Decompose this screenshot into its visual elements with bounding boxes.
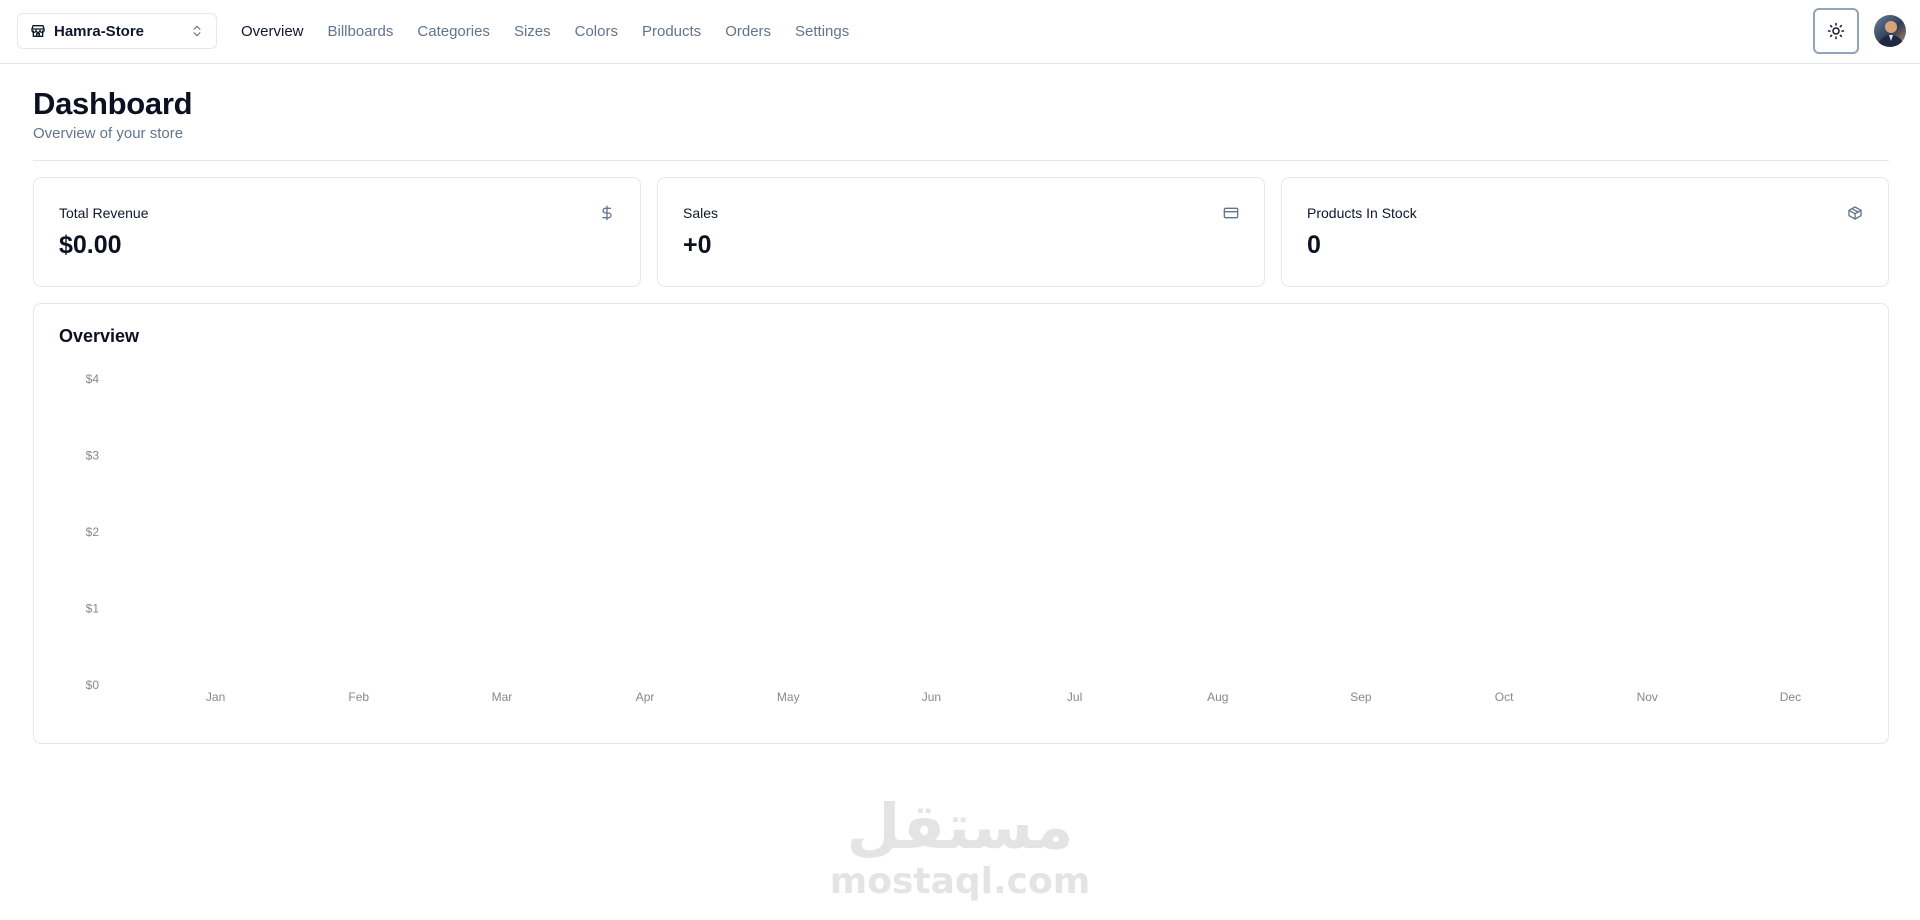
y-tick-label: $0 [86, 678, 100, 692]
y-tick-label: $1 [86, 602, 100, 616]
x-tick-label: May [777, 690, 800, 704]
store-name: Hamra-Store [54, 22, 145, 40]
store-switcher[interactable]: Hamra-Store [17, 13, 217, 49]
nav-settings[interactable]: Settings [795, 23, 849, 40]
nav-categories[interactable]: Categories [417, 23, 490, 40]
nav-sizes[interactable]: Sizes [514, 23, 551, 40]
x-tick-label: Apr [636, 690, 655, 704]
chevrons-up-down-icon [190, 23, 204, 39]
x-tick-label: Dec [1780, 690, 1801, 704]
y-tick-label: $3 [86, 449, 100, 463]
card-label: Products In Stock [1307, 205, 1417, 221]
nav-colors[interactable]: Colors [575, 23, 618, 40]
main-nav: Overview Billboards Categories Sizes Col… [241, 0, 873, 62]
nav-products[interactable]: Products [642, 23, 701, 40]
overview-chart-card: Overview $0 $1 $2 $3 $4 Jan Feb Mar Apr May Jun Jul… [33, 303, 1889, 744]
y-tick-label: $4 [86, 372, 100, 386]
page-title: Dashboard [33, 86, 193, 121]
x-tick-label: Mar [492, 690, 513, 704]
card-label: Sales [683, 205, 719, 221]
top-navbar: Hamra-Store Overview Billboards Categori… [0, 0, 1920, 64]
x-tick-label: Feb [348, 690, 369, 704]
y-tick-label: $2 [86, 525, 100, 539]
card-value: 0 [1307, 231, 1321, 259]
total-revenue-card: Total Revenue $0.00 [33, 177, 641, 287]
watermark-logo: مستقل mostaql.com [820, 790, 1100, 900]
dollar-icon [599, 205, 615, 221]
heading-divider [33, 160, 1889, 161]
card-value: +0 [683, 231, 712, 259]
watermark-arabic: مستقل [846, 790, 1074, 863]
x-tick-label: Aug [1207, 690, 1228, 704]
credit-card-icon [1223, 205, 1239, 221]
page-subtitle: Overview of your store [33, 125, 184, 142]
overview-bar-chart: $0 $1 $2 $3 $4 Jan Feb Mar Apr May Jun Jul Aug Sep Oct… [86, 372, 1801, 704]
x-tick-label: Sep [1350, 690, 1372, 704]
nav-orders[interactable]: Orders [725, 23, 771, 40]
store-icon [30, 23, 46, 39]
watermark-latin: mostaql.com [829, 861, 1091, 902]
card-label: Total Revenue [59, 205, 149, 221]
x-tick-label: Nov [1637, 690, 1658, 704]
x-tick-label: Oct [1495, 690, 1514, 704]
x-tick-label: Jan [206, 690, 225, 704]
nav-billboards[interactable]: Billboards [328, 23, 394, 40]
sales-card: Sales +0 [657, 177, 1265, 287]
nav-overview[interactable]: Overview [241, 23, 304, 40]
products-in-stock-card: Products In Stock 0 [1281, 177, 1889, 287]
card-value: $0.00 [59, 231, 122, 259]
sun-icon [1827, 22, 1845, 40]
user-avatar[interactable] [1874, 15, 1906, 47]
theme-toggle-button[interactable] [1813, 8, 1859, 54]
x-tick-label: Jul [1067, 690, 1082, 704]
x-tick-label: Jun [922, 690, 941, 704]
package-icon [1847, 205, 1863, 221]
